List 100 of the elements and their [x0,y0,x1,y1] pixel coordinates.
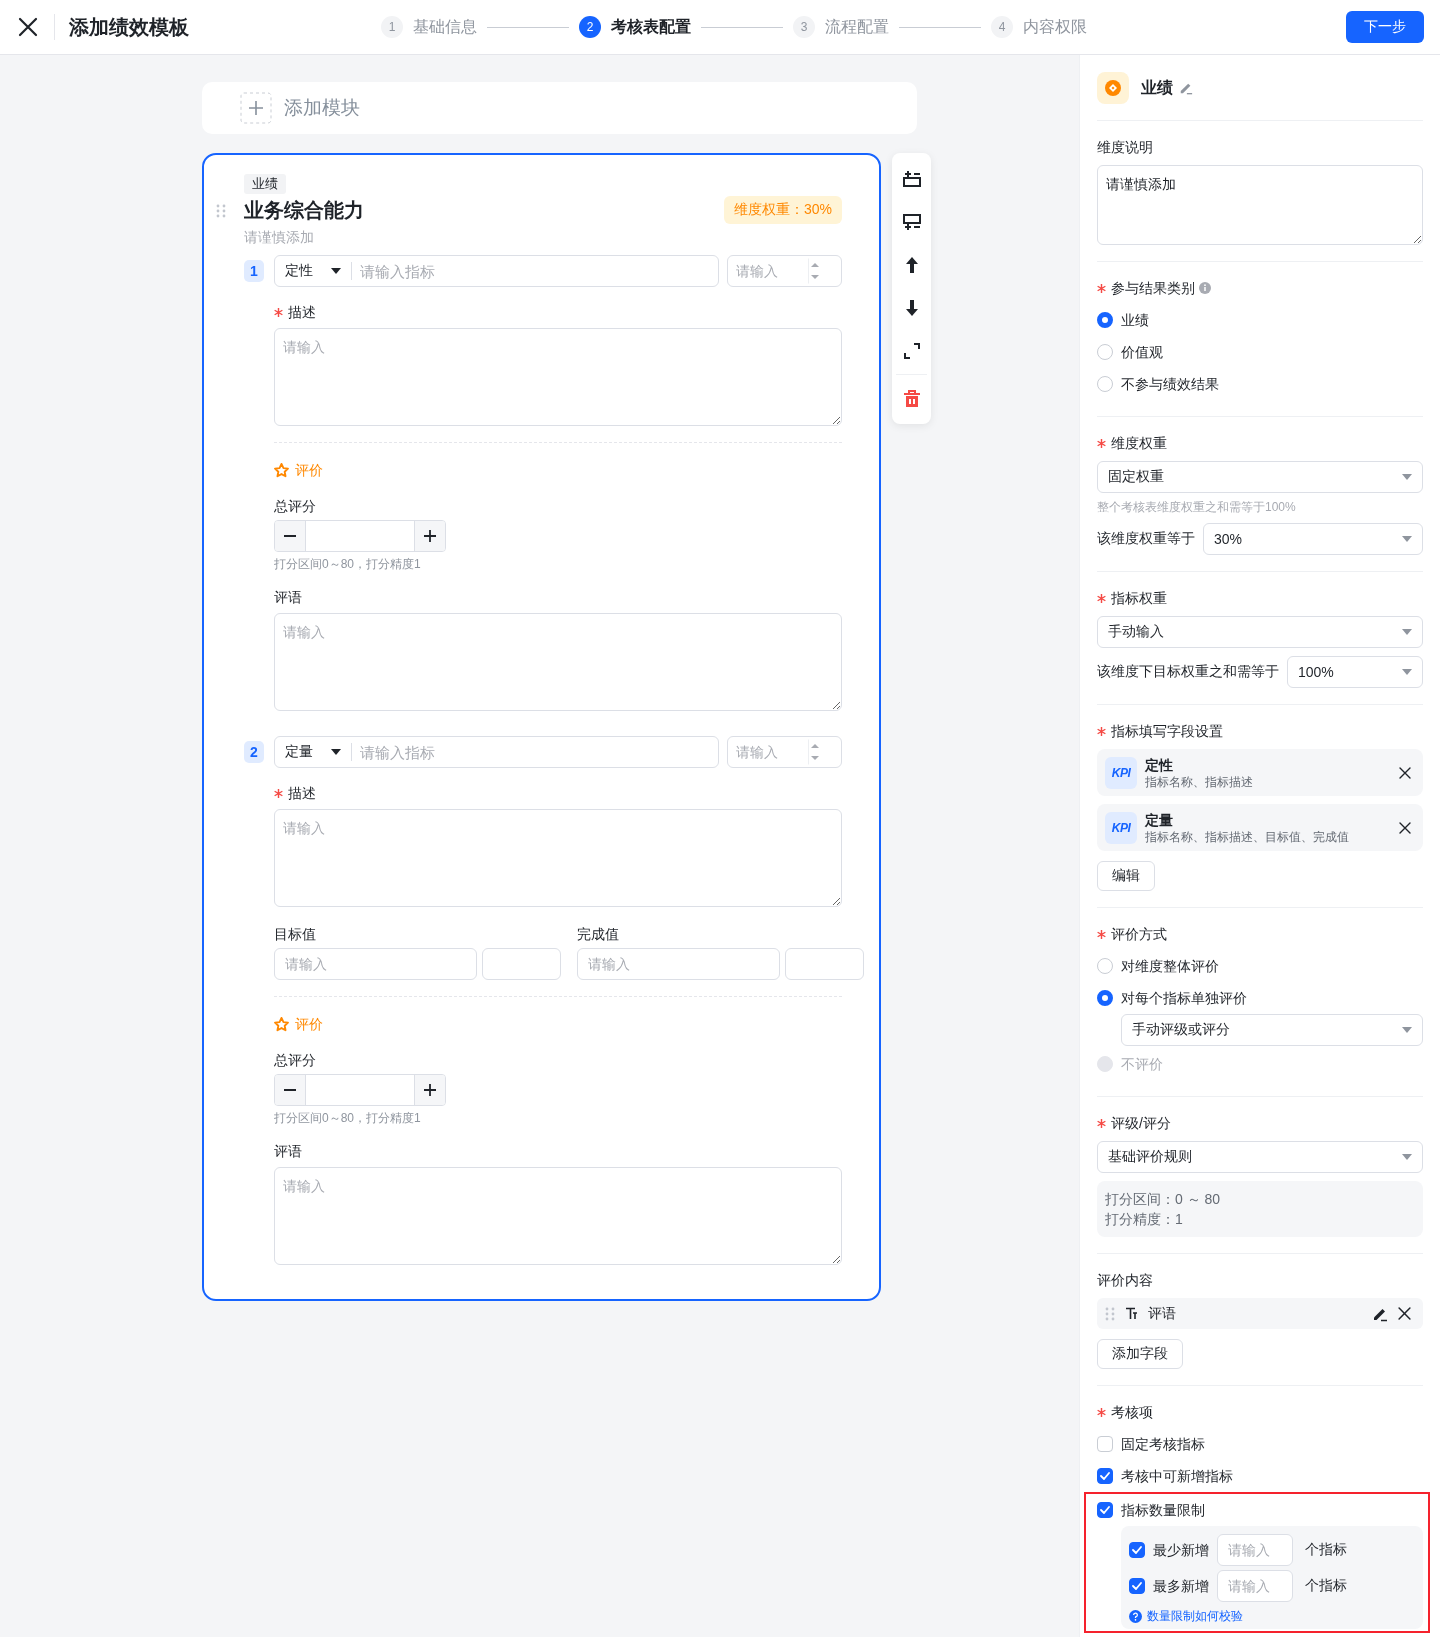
weight-input[interactable]: 请输入 [728,263,808,279]
section-label: 维度说明 [1097,138,1153,157]
option-label: 对每个指标单独评价 [1121,989,1247,1008]
radio-button[interactable] [1097,990,1113,1006]
type-select[interactable]: 定性 [275,262,352,280]
step-label[interactable]: 考核表配置 [611,16,691,38]
weight-field[interactable]: 请输入 [727,736,842,768]
close-icon[interactable] [18,17,38,37]
step-number: 2 [579,16,601,38]
increment-button[interactable] [415,1075,445,1105]
increment-button[interactable] [415,521,445,551]
field-label: 目标值 [274,925,317,944]
next-button[interactable]: 下一步 [1346,11,1424,43]
target-value-field[interactable]: 请输入 [274,948,477,980]
check-icon [1132,1582,1142,1590]
checkbox[interactable] [1129,1578,1145,1594]
field-label: 描述 [288,784,316,803]
step-number: 3 [793,16,815,38]
radio-button[interactable] [1097,312,1113,328]
help-link[interactable]: 数量限制如何校验 [1147,1608,1243,1625]
caret-icon [1402,1027,1412,1033]
text-type-icon [1125,1307,1138,1320]
option-label: 价值观 [1121,343,1163,362]
section-label: 指标权重 [1111,589,1167,608]
weight-input[interactable]: 请输入 [728,744,808,760]
rule-detail: 打分精度：1 [1105,1210,1184,1229]
indicator-field-group[interactable]: 定量 请输入指标 [274,736,719,768]
field-label: 评语 [1148,1304,1177,1323]
indicator-name-field[interactable]: 请输入指标 [352,743,718,761]
section-label: 评价内容 [1097,1271,1153,1290]
hint-text: 整个考核表维度权重之和需等于100% [1097,499,1297,515]
option-label: 指标数量限制 [1121,1501,1205,1520]
weight-value-select[interactable]: 100% [1287,656,1423,688]
decrement-button[interactable] [275,521,305,551]
option-label: 固定考核指标 [1121,1435,1205,1454]
close-icon[interactable] [1399,766,1411,779]
comment-field[interactable]: 请输入 [274,613,842,711]
required-icon [274,307,283,317]
count-field[interactable]: 请输入 [1217,1570,1293,1602]
section-label: 评级/评分 [1111,1114,1171,1133]
section-label: 评价方式 [1111,925,1167,944]
field-label: 该维度权重等于 [1097,530,1195,548]
caret-icon [331,268,341,274]
option-label: 业绩 [1121,311,1149,330]
score-input[interactable] [305,1075,415,1105]
required-icon [1097,726,1106,736]
required-icon [1097,438,1106,448]
step-number: 1 [381,16,403,38]
drag-handle-icon[interactable] [216,204,226,218]
checkbox[interactable] [1129,1542,1145,1558]
card-title: 业务综合能力 [244,198,364,223]
panel-title: 业绩 [1141,77,1173,98]
weight-field[interactable]: 请输入 [727,255,842,287]
kpi-badge: KPI [1105,756,1137,789]
field-type-name: 定性 [1145,755,1174,774]
weight-badge: 维度权重：30% [723,196,842,224]
rating-rule-select[interactable]: 基础评价规则 [1097,1141,1423,1173]
close-icon[interactable] [1398,1307,1411,1320]
insert-above-icon[interactable] [902,169,921,188]
score-input[interactable] [305,521,415,551]
trash-icon[interactable] [902,389,921,408]
field-label: 评语 [274,588,303,607]
unit-label: 个指标 [1305,1577,1347,1595]
drag-handle-icon[interactable] [1105,1306,1115,1321]
description-field[interactable]: 请输入 [274,809,842,907]
unit-field[interactable] [785,948,864,980]
comment-field[interactable]: 请输入 [274,1167,842,1265]
field-label: 评语 [274,1142,303,1161]
step-number: 4 [991,16,1013,38]
unit-field[interactable] [482,948,561,980]
field-list-text: 指标名称、指标描述、目标值、完成值 [1145,828,1350,845]
count-field[interactable]: 请输入 [1217,1534,1293,1566]
kpi-badge: KPI [1105,811,1137,844]
add-field-button[interactable]: 添加字段 [1097,1339,1183,1369]
indicator-field-group[interactable]: 定性 请输入指标 [274,255,719,287]
checkbox[interactable] [1097,1502,1113,1518]
weight-mode-select[interactable]: 手动输入 [1097,616,1423,648]
info-icon [1199,282,1211,294]
option-label: 最少新增 [1153,1541,1209,1560]
description-field[interactable]: 请输入 [274,328,842,426]
required-icon [1097,1118,1106,1128]
edit-button[interactable]: 编辑 [1097,861,1155,891]
description-field[interactable]: 请谨慎添加 [1097,165,1423,245]
decrement-button[interactable] [275,1075,305,1105]
section-label: 参与结果类别 [1111,279,1195,298]
actual-value-field[interactable]: 请输入 [577,948,780,980]
field-label: 总评分 [274,1051,317,1070]
plus-icon [423,1083,437,1097]
weight-mode-select[interactable]: 固定权重 [1097,461,1423,493]
type-select[interactable]: 定量 [275,743,352,761]
help-icon [1129,1610,1142,1623]
evaluation-mode-select[interactable]: 手动评级或评分 [1121,1014,1423,1046]
option-label: 不参与绩效结果 [1121,375,1219,394]
checkbox[interactable] [1097,1468,1113,1484]
required-icon [1097,929,1106,939]
insert-below-icon[interactable] [902,212,921,231]
indicator-name-field[interactable]: 请输入指标 [352,262,718,280]
weight-value-select[interactable]: 30% [1203,523,1423,555]
expand-icon[interactable] [902,341,921,360]
close-icon[interactable] [1399,821,1411,834]
